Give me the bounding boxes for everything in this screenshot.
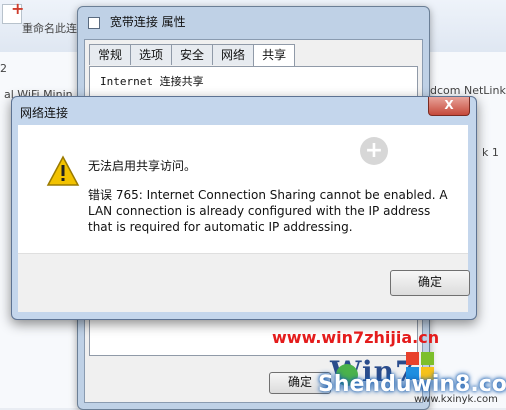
bg-right-text-4: k 1: [482, 146, 499, 159]
network-connections-dialog: 网络连接 X 无法启用共享访问。 错误 765: Internet Connec…: [11, 96, 477, 320]
connection-icon: [88, 16, 100, 29]
tab-sharing[interactable]: 共享: [253, 44, 296, 67]
dialog-title: 网络连接: [20, 106, 69, 120]
plus-circle-icon: +: [360, 137, 388, 165]
rename-connection-link[interactable]: 重命名此连: [22, 20, 77, 36]
tab-general[interactable]: 常规: [89, 44, 132, 65]
ok-button[interactable]: 确定: [390, 270, 470, 296]
warning-icon: [46, 155, 80, 186]
dialog-footer: 确定: [18, 253, 470, 312]
new-connection-icon[interactable]: +: [2, 0, 24, 24]
properties-title-text: 宽带连接 属性: [109, 15, 186, 29]
tab-security[interactable]: 安全: [171, 44, 214, 65]
error-message-title: 无法启用共享访问。: [88, 159, 197, 173]
tab-options[interactable]: 选项: [130, 44, 173, 65]
dialog-content: 无法启用共享访问。 错误 765: Internet Connection Sh…: [18, 125, 468, 253]
bg-right-text-2: 2: [0, 62, 7, 75]
watermark-site-url: www.win7zhijia.cn: [272, 328, 440, 347]
watermark-small-url: www.kxinyk.com: [414, 394, 498, 405]
tab-network[interactable]: 网络: [212, 44, 255, 65]
properties-title: 宽带连接 属性: [88, 13, 186, 30]
properties-tabs: 常规 选项 安全 网络 共享: [89, 44, 296, 67]
close-icon[interactable]: X: [428, 97, 470, 116]
error-message-body: 错误 765: Internet Connection Sharing cann…: [88, 188, 448, 234]
ics-group-label: Internet 连接共享: [100, 75, 204, 88]
